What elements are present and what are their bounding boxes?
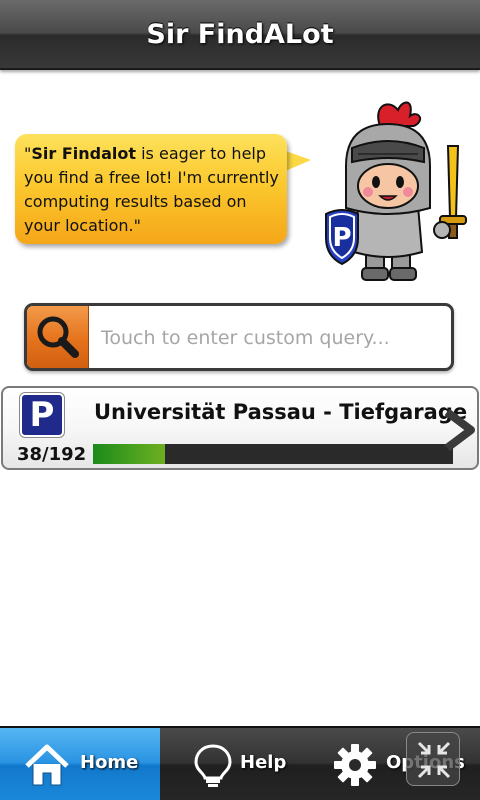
parking-icon-letter: P — [29, 395, 55, 435]
speech-bubble-tail — [283, 150, 311, 172]
tab-help[interactable]: Help — [160, 728, 320, 800]
chevron-right-icon[interactable] — [441, 408, 477, 452]
speech-bubble: "Sir Findalot is eager to help you find … — [15, 134, 287, 244]
lot-name: Universität Passau - Tiefgarage — [94, 400, 468, 424]
lot-occupancy-bar — [93, 444, 453, 464]
lot-occupancy-bar-fill — [93, 444, 165, 464]
page-title: Sir FindALot — [146, 19, 334, 50]
bubble-name: Sir Findalot — [31, 144, 137, 163]
gear-icon — [334, 744, 376, 786]
tab-home[interactable]: Home — [0, 728, 160, 800]
search-button[interactable] — [27, 306, 89, 368]
collapse-arrows-icon — [417, 741, 451, 779]
lightbulb-icon — [194, 744, 232, 787]
header-bar: Sir FindALot — [0, 0, 480, 70]
speech-bubble-text: "Sir Findalot is eager to help you find … — [24, 142, 279, 238]
shield-letter: P — [332, 223, 351, 253]
tab-home-label: Home — [80, 752, 139, 773]
search-input[interactable] — [101, 320, 446, 356]
lot-availability-count: 38/192 — [17, 444, 87, 465]
shrink-overlay-button[interactable] — [406, 732, 460, 786]
tab-help-label: Help — [240, 752, 287, 773]
knight-mascot-illustration: P — [325, 101, 467, 281]
home-icon — [25, 744, 69, 786]
parking-lot-row[interactable]: P Universität Passau - Tiefgarage 38/192 — [1, 386, 479, 470]
search-box[interactable] — [24, 303, 454, 371]
search-icon — [37, 316, 79, 358]
parking-icon: P — [20, 393, 64, 437]
